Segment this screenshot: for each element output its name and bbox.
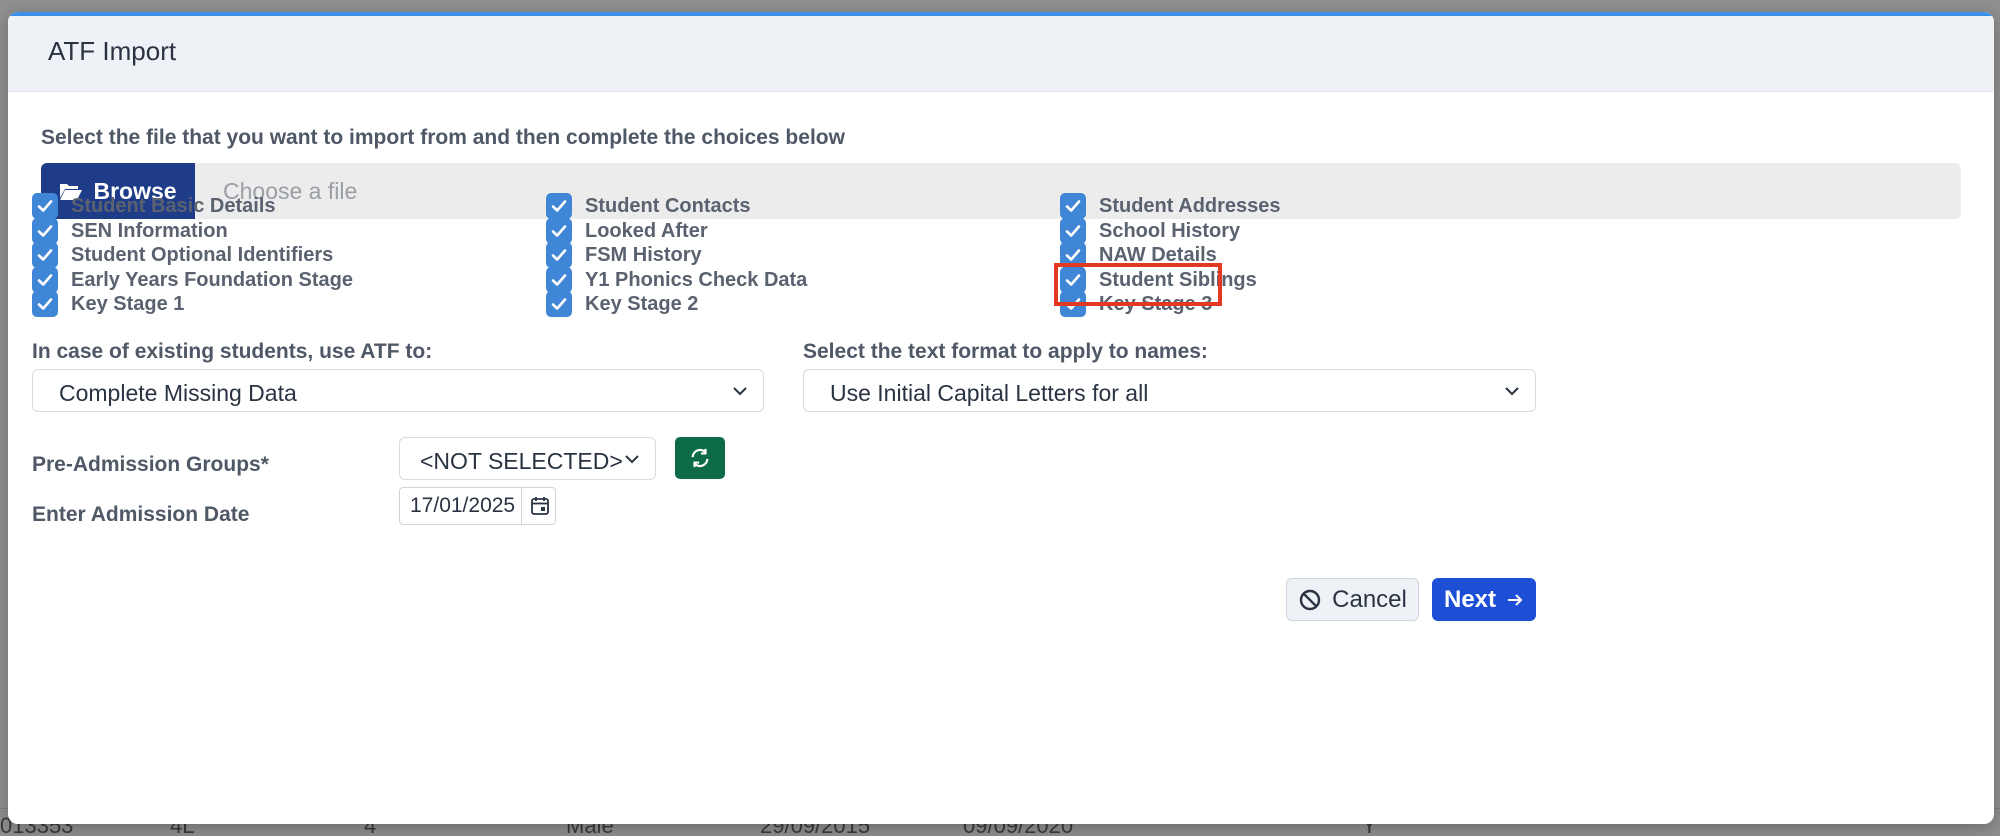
highlight-annotation	[1054, 263, 1222, 306]
cancel-button[interactable]: Cancel	[1286, 578, 1419, 621]
check-icon	[551, 200, 567, 212]
check-icon	[551, 249, 567, 261]
check-icon	[551, 298, 567, 310]
refresh-icon	[691, 448, 709, 468]
option-student-addresses[interactable]: Student Addresses	[1060, 192, 1281, 220]
check-icon	[1065, 200, 1081, 212]
refresh-button[interactable]	[675, 437, 725, 479]
arrow-right-icon	[1508, 593, 1523, 606]
option-label: Student Optional Identifiers	[71, 243, 334, 266]
option-label: Looked After	[585, 219, 708, 242]
dialog-header: ATF Import	[8, 12, 1994, 92]
option-label: Student Basic Details	[71, 194, 276, 217]
calendar-icon	[530, 497, 549, 515]
check-icon	[37, 274, 53, 286]
admission-date-field	[399, 487, 556, 525]
option-student-optional-identifiers[interactable]: Student Optional Identifiers	[32, 241, 333, 269]
admission-date-label: Enter Admission Date	[32, 503, 250, 526]
pre-admission-value: <NOT SELECTED>	[420, 448, 623, 474]
chevron-down-icon	[1505, 387, 1519, 396]
check-icon	[1065, 249, 1081, 261]
text-format-label: Select the text format to apply to names…	[803, 340, 1208, 363]
option-label: Key Stage 2	[585, 292, 699, 315]
option-key-stage-1[interactable]: Key Stage 1	[32, 290, 184, 318]
pre-admission-select[interactable]: <NOT SELECTED>	[399, 437, 656, 480]
option-label: School History	[1099, 219, 1241, 242]
checkbox[interactable]	[32, 193, 58, 219]
option-label: SEN Information	[71, 219, 228, 242]
option-label: Student Contacts	[585, 194, 751, 217]
header-accent-strip	[8, 12, 1994, 16]
check-icon	[37, 200, 53, 212]
atf-import-dialog: ATF Import Select the file that you want…	[8, 12, 1994, 824]
option-label: Early Years Foundation Stage	[71, 268, 353, 291]
chevron-down-icon	[625, 455, 639, 464]
check-icon	[551, 274, 567, 286]
option-student-contacts[interactable]: Student Contacts	[546, 192, 751, 220]
admission-date-input[interactable]	[400, 488, 522, 524]
check-icon	[551, 225, 567, 237]
option-student-basic-details[interactable]: Student Basic Details	[32, 192, 276, 220]
check-icon	[37, 249, 53, 261]
dialog-title: ATF Import	[48, 36, 177, 66]
check-icon	[37, 298, 53, 310]
check-icon	[1065, 225, 1081, 237]
next-button[interactable]: Next	[1432, 578, 1536, 621]
option-label: Y1 Phonics Check Data	[585, 268, 808, 291]
option-key-stage-2[interactable]: Key Stage 2	[546, 290, 698, 318]
calendar-button[interactable]	[523, 488, 556, 524]
checkbox[interactable]	[32, 242, 58, 268]
checkbox[interactable]	[1060, 193, 1086, 219]
checkbox[interactable]	[32, 291, 58, 317]
cancel-label: Cancel	[1332, 585, 1407, 613]
option-label: Key Stage 1	[71, 292, 185, 315]
chevron-down-icon	[733, 387, 747, 396]
checkbox[interactable]	[546, 242, 572, 268]
check-icon	[37, 225, 53, 237]
option-fsm-history[interactable]: FSM History	[546, 241, 702, 269]
text-format-select[interactable]: Use Initial Capital Letters for all	[803, 369, 1536, 412]
option-label: FSM History	[585, 243, 702, 266]
existing-students-select[interactable]: Complete Missing Data	[32, 369, 764, 412]
pre-admission-label: Pre-Admission Groups*	[32, 453, 269, 476]
existing-students-value: Complete Missing Data	[59, 380, 297, 406]
text-format-value: Use Initial Capital Letters for all	[830, 380, 1149, 406]
option-label: Student Addresses	[1099, 194, 1281, 217]
ban-icon	[1299, 589, 1321, 610]
file-picker[interactable]: Browse Choose a file	[41, 163, 1961, 219]
checkbox[interactable]	[546, 291, 572, 317]
checkbox[interactable]	[546, 193, 572, 219]
next-label: Next	[1443, 585, 1497, 613]
instruction-text: Select the file that you want to import …	[41, 126, 845, 149]
existing-students-label: In case of existing students, use ATF to…	[32, 340, 433, 363]
